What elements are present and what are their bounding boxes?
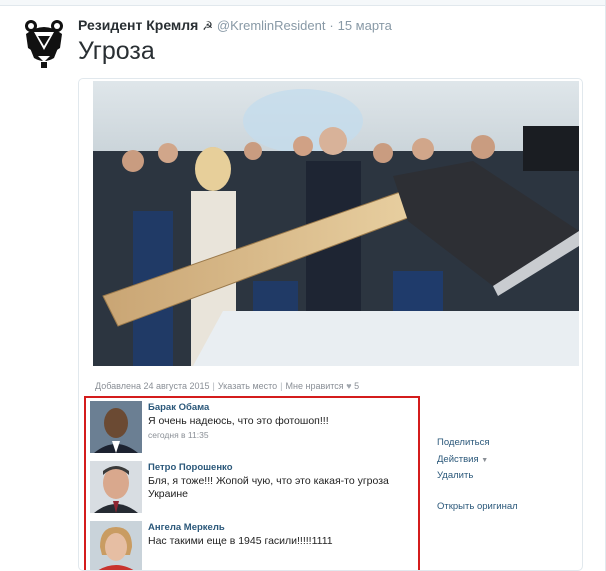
author-name[interactable]: Резидент Кремля (78, 17, 198, 33)
like-count: 5 (354, 381, 360, 391)
comment-author[interactable]: Барак Обама (148, 402, 209, 413)
heart-icon[interactable]: ♥ (346, 381, 351, 391)
comment-date[interactable]: сегодня в 11:35 (148, 430, 209, 440)
main-photo[interactable] (93, 81, 579, 366)
author-avatar[interactable] (22, 18, 66, 68)
avatar-obama (90, 401, 142, 453)
hammer-sickle-icon: ☭ (202, 19, 213, 33)
set-location-link[interactable]: Указать место (218, 381, 277, 391)
commenter-avatar[interactable] (90, 521, 142, 570)
vk-actions: Поделиться Действия ▼ Удалить Открыть ор… (437, 437, 518, 517)
comment-author[interactable]: Ангела Меркель (148, 522, 225, 533)
open-original-link[interactable]: Открыть оригинал (437, 501, 518, 518)
comment-text: Нас такими еще в 1945 гасили!!!!!1111 (148, 535, 333, 547)
comment-text: Бля, я тоже!!! Жопой чую, что это какая-… (148, 475, 389, 500)
tweet-header: Резидент Кремля ☭ @KremlinResident · 15 … (78, 17, 392, 33)
avatar-poroshenko (90, 461, 142, 513)
vk-photo-meta: Добавлена 24 августа 2015 | Указать место |… (95, 381, 360, 391)
comment-author[interactable]: Петро Порошенко (148, 462, 233, 473)
commenter-avatar[interactable] (90, 461, 142, 513)
author-handle[interactable]: @KremlinResident (217, 18, 326, 33)
commenter-avatar[interactable] (90, 401, 142, 453)
tweet-media-card[interactable]: Добавлена 24 августа 2015 | Указать место |… (78, 78, 583, 571)
bear-logo-icon (25, 20, 63, 68)
share-link[interactable]: Поделиться (437, 437, 518, 454)
comment-text: Я очень надеюсь, что это фотошоп!!! (148, 415, 329, 427)
tweet-timestamp[interactable]: 15 марта (338, 18, 392, 33)
caret-down-icon: ▼ (481, 456, 489, 464)
actions-spacer (437, 487, 518, 501)
top-border (0, 0, 606, 6)
comments-highlight-box: Барак Обама Я очень надеюсь, что это фот… (84, 396, 420, 570)
actions-dropdown[interactable]: Действия ▼ (437, 454, 518, 471)
avatar-merkel (90, 521, 142, 570)
separator-dot: · (329, 18, 334, 33)
added-date: Добавлена 24 августа 2015 (95, 381, 210, 391)
tweet-text: Угроза (78, 37, 155, 65)
photo-illustration (93, 81, 579, 366)
actions-label: Действия (437, 453, 479, 465)
delete-link[interactable]: Удалить (437, 470, 518, 487)
like-link[interactable]: Мне нравится (286, 381, 344, 391)
